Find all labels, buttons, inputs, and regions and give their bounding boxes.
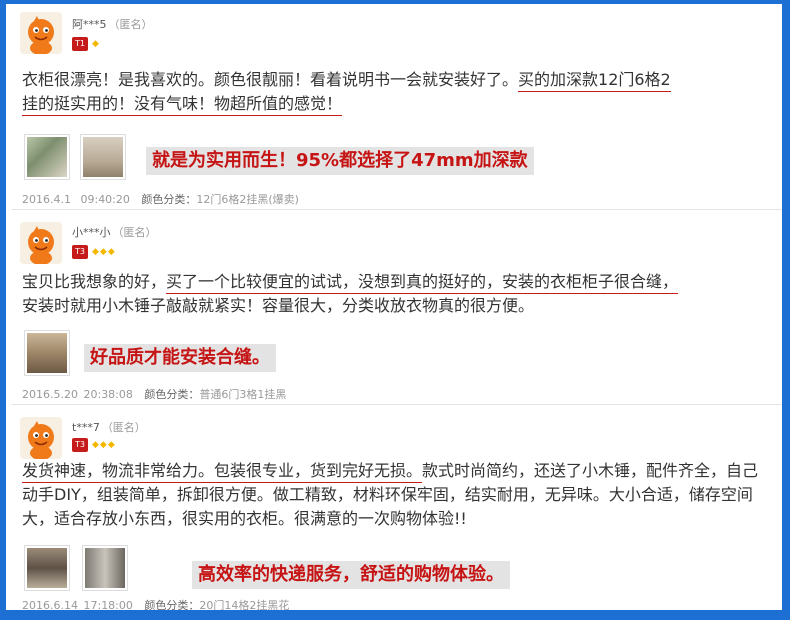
username[interactable]: 阿***5 （匿名）: [72, 16, 153, 32]
category-label: 颜色分类：: [144, 599, 200, 610]
avatar-mascot-icon: [20, 12, 62, 54]
avatar-mascot-icon: [20, 222, 62, 264]
review-photo[interactable]: [24, 330, 70, 376]
review-time: 20:38:08: [83, 388, 133, 401]
review-date: 2016.4.1: [22, 193, 71, 206]
review-date: 2016.6.14: [22, 599, 78, 610]
anonymous-label: （匿名）: [108, 18, 153, 31]
promo-tagline: 好品质才能安装合缝。: [84, 344, 276, 372]
category-label: 颜色分类：: [141, 193, 197, 206]
diamond-icon: ◆◆◆: [92, 440, 116, 450]
username[interactable]: 小***小 （匿名）: [72, 224, 157, 240]
review-meta: 2016.6.14 17:18:00 颜色分类：20门14格2挂黑花: [22, 597, 289, 610]
review-photo[interactable]: [82, 545, 128, 591]
avatar[interactable]: [20, 222, 62, 264]
diamond-icon: ◆◆◆: [92, 247, 116, 257]
review-time: 17:18:00: [83, 599, 133, 610]
review-photo[interactable]: [24, 545, 70, 591]
username[interactable]: t***7 （匿名）: [72, 419, 146, 435]
avatar[interactable]: [20, 12, 62, 54]
review-item: 小***小 （匿名） T3 ◆◆◆ 宝贝比我想象的好，买了一个比较便宜的试试，没想…: [12, 210, 782, 405]
comment-highlight: 发货神速，物流非常给力。包装很专业，货到完好无损。: [22, 461, 423, 483]
diamond-icon: ◆: [92, 39, 100, 49]
anonymous-label: （匿名）: [112, 226, 157, 239]
review-date: 2016.5.20: [22, 388, 78, 401]
promo-tagline: 就是为实用而生！95%都选择了47mm加深款: [146, 147, 534, 175]
review-item: 阿***5 （匿名） T1 ◆ 衣柜很漂亮！是我喜欢的。颜色很靓丽！看着说明书一会…: [12, 4, 782, 210]
review-comment: 宝贝比我想象的好，买了一个比较便宜的试试，没想到真的挺好的，安装的衣柜柜子很合缝…: [22, 270, 774, 318]
level-badge-icon: T3: [72, 438, 88, 452]
review-time: 09:40:20: [80, 193, 130, 206]
promo-tagline: 高效率的快递服务，舒适的购物体验。: [192, 561, 510, 589]
comment-text: 衣柜很漂亮！是我喜欢的。颜色很靓丽！看着说明书一会就安装好了。: [22, 70, 519, 89]
avatar-mascot-icon: [20, 417, 62, 459]
category-label: 颜色分类：: [144, 388, 200, 401]
comment-highlight: 买了一个比较便宜的试试，没想到真的挺好的，安装的衣柜柜子很合缝，: [166, 272, 679, 294]
review-comment: 发货神速，物流非常给力。包装很专业，货到完好无损。款式时尚简约，还送了小木锤，配…: [22, 459, 774, 531]
username-text[interactable]: 小***小: [72, 226, 111, 239]
username-text[interactable]: 阿***5: [72, 18, 107, 31]
comment-text: 安装时就用小木锤子敲敲就紧实！容量很大，分类收放衣物真的很方便。: [22, 296, 535, 315]
comment-text: 宝贝比我想象的好，: [22, 272, 167, 291]
anonymous-label: （匿名）: [101, 421, 146, 434]
avatar[interactable]: [20, 417, 62, 459]
username-text[interactable]: t***7: [72, 421, 100, 434]
category-value: 普通6门3格1挂黑: [199, 388, 287, 401]
review-item: t***7 （匿名） T3 ◆◆◆ 发货神速，物流非常给力。包装很专业，货到完好无…: [12, 405, 782, 610]
comment-highlight: 挂的挺实用的！没有气味！物超所值的感觉！: [22, 94, 343, 116]
review-panel: 阿***5 （匿名） T1 ◆ 衣柜很漂亮！是我喜欢的。颜色很靓丽！看着说明书一会…: [6, 4, 782, 610]
review-photo[interactable]: [24, 134, 70, 180]
review-meta: 2016.4.1 09:40:20 颜色分类：12门6格2挂黑(爆卖): [22, 191, 299, 207]
category-value: 20门14格2挂黑花: [199, 599, 290, 610]
comment-highlight: 买的加深款12门6格2: [518, 70, 671, 92]
review-meta: 2016.5.20 20:38:08 颜色分类：普通6门3格1挂黑: [22, 386, 286, 402]
review-photo[interactable]: [80, 134, 126, 180]
level-badge-icon: T1: [72, 37, 88, 51]
review-comment: 衣柜很漂亮！是我喜欢的。颜色很靓丽！看着说明书一会就安装好了。买的加深款12门6…: [22, 68, 774, 116]
category-value: 12门6格2挂黑(爆卖): [196, 193, 299, 206]
level-badge-icon: T3: [72, 245, 88, 259]
